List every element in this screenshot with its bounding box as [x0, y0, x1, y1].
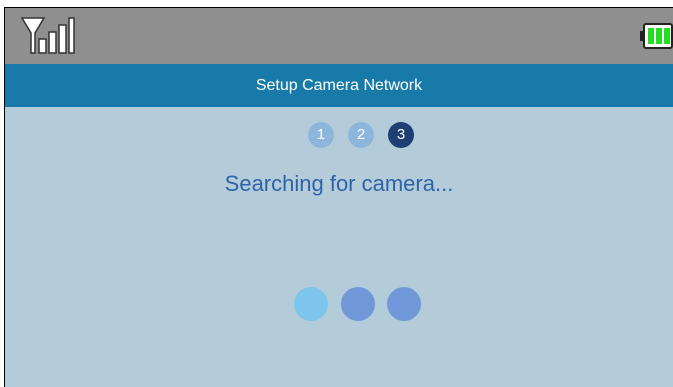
step-indicator-1: 1 — [308, 122, 334, 148]
header-bar: Setup Camera Network — [4, 64, 673, 107]
loading-dot-1 — [294, 287, 328, 321]
status-bar — [4, 7, 673, 64]
step-indicator-2: 2 — [348, 122, 374, 148]
loading-dot-2 — [341, 287, 375, 321]
camera-setup-screen: Setup Camera Network 1 2 3 Searching for… — [0, 0, 673, 387]
setup-content: 1 2 3 Searching for camera... — [4, 107, 673, 387]
battery-icon — [640, 23, 673, 49]
status-message: Searching for camera... — [224, 171, 454, 196]
page-title: Setup Camera Network — [255, 77, 423, 94]
step-indicator-3: 3 — [388, 122, 414, 148]
loading-dot-3 — [387, 287, 421, 321]
signal-strength-icon — [20, 17, 75, 54]
